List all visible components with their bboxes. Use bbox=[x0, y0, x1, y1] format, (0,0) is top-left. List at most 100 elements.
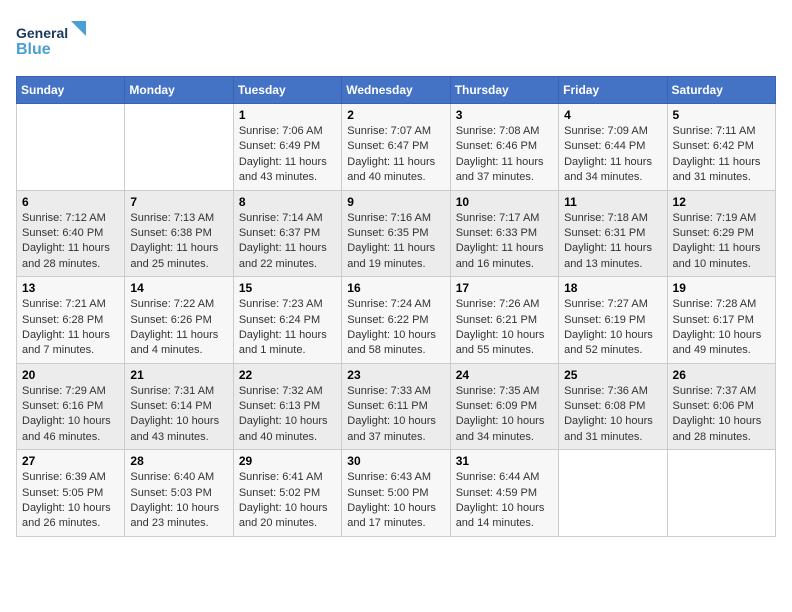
sunset-text: Sunset: 5:02 PM bbox=[239, 486, 336, 501]
sunset-text: Sunset: 6:35 PM bbox=[347, 226, 444, 241]
sunrise-text: Sunrise: 7:19 AM bbox=[673, 211, 770, 226]
calendar-cell: 28 Sunrise: 6:40 AM Sunset: 5:03 PM Dayl… bbox=[125, 450, 233, 537]
cell-info: Sunrise: 7:23 AM Sunset: 6:24 PM Dayligh… bbox=[239, 297, 336, 359]
calendar-cell: 2 Sunrise: 7:07 AM Sunset: 6:47 PM Dayli… bbox=[342, 104, 450, 191]
daylight-text: Daylight: 10 hours and 46 minutes. bbox=[22, 414, 119, 445]
calendar-cell: 18 Sunrise: 7:27 AM Sunset: 6:19 PM Dayl… bbox=[559, 277, 667, 364]
daylight-text: Daylight: 10 hours and 26 minutes. bbox=[22, 501, 119, 532]
daylight-text: Daylight: 10 hours and 37 minutes. bbox=[347, 414, 444, 445]
cell-info: Sunrise: 6:43 AM Sunset: 5:00 PM Dayligh… bbox=[347, 470, 444, 532]
sunrise-text: Sunrise: 7:09 AM bbox=[564, 124, 661, 139]
sunrise-text: Sunrise: 6:40 AM bbox=[130, 470, 227, 485]
header-row: SundayMondayTuesdayWednesdayThursdayFrid… bbox=[17, 77, 776, 104]
day-number: 18 bbox=[564, 281, 661, 295]
sunrise-text: Sunrise: 7:21 AM bbox=[22, 297, 119, 312]
daylight-text: Daylight: 10 hours and 43 minutes. bbox=[130, 414, 227, 445]
calendar-week-row: 27 Sunrise: 6:39 AM Sunset: 5:05 PM Dayl… bbox=[17, 450, 776, 537]
sunrise-text: Sunrise: 7:33 AM bbox=[347, 384, 444, 399]
calendar-cell: 29 Sunrise: 6:41 AM Sunset: 5:02 PM Dayl… bbox=[233, 450, 341, 537]
day-number: 1 bbox=[239, 108, 336, 122]
calendar-cell: 12 Sunrise: 7:19 AM Sunset: 6:29 PM Dayl… bbox=[667, 190, 775, 277]
sunset-text: Sunset: 6:22 PM bbox=[347, 313, 444, 328]
day-number: 21 bbox=[130, 368, 227, 382]
day-number: 30 bbox=[347, 454, 444, 468]
calendar-cell: 4 Sunrise: 7:09 AM Sunset: 6:44 PM Dayli… bbox=[559, 104, 667, 191]
day-number: 9 bbox=[347, 195, 444, 209]
cell-info: Sunrise: 7:07 AM Sunset: 6:47 PM Dayligh… bbox=[347, 124, 444, 186]
calendar-cell: 22 Sunrise: 7:32 AM Sunset: 6:13 PM Dayl… bbox=[233, 363, 341, 450]
logo: General Blue bbox=[16, 16, 96, 66]
calendar-cell: 31 Sunrise: 6:44 AM Sunset: 4:59 PM Dayl… bbox=[450, 450, 558, 537]
cell-info: Sunrise: 7:13 AM Sunset: 6:38 PM Dayligh… bbox=[130, 211, 227, 273]
daylight-text: Daylight: 11 hours and 25 minutes. bbox=[130, 241, 227, 272]
daylight-text: Daylight: 11 hours and 34 minutes. bbox=[564, 155, 661, 186]
cell-info: Sunrise: 6:39 AM Sunset: 5:05 PM Dayligh… bbox=[22, 470, 119, 532]
daylight-text: Daylight: 10 hours and 14 minutes. bbox=[456, 501, 553, 532]
calendar-table: SundayMondayTuesdayWednesdayThursdayFrid… bbox=[16, 76, 776, 537]
daylight-text: Daylight: 11 hours and 4 minutes. bbox=[130, 328, 227, 359]
sunrise-text: Sunrise: 7:12 AM bbox=[22, 211, 119, 226]
sunset-text: Sunset: 6:17 PM bbox=[673, 313, 770, 328]
calendar-cell: 7 Sunrise: 7:13 AM Sunset: 6:38 PM Dayli… bbox=[125, 190, 233, 277]
calendar-week-row: 6 Sunrise: 7:12 AM Sunset: 6:40 PM Dayli… bbox=[17, 190, 776, 277]
sunrise-text: Sunrise: 7:11 AM bbox=[673, 124, 770, 139]
sunrise-text: Sunrise: 7:13 AM bbox=[130, 211, 227, 226]
cell-info: Sunrise: 7:17 AM Sunset: 6:33 PM Dayligh… bbox=[456, 211, 553, 273]
calendar-week-row: 20 Sunrise: 7:29 AM Sunset: 6:16 PM Dayl… bbox=[17, 363, 776, 450]
sunset-text: Sunset: 6:37 PM bbox=[239, 226, 336, 241]
cell-info: Sunrise: 7:26 AM Sunset: 6:21 PM Dayligh… bbox=[456, 297, 553, 359]
calendar-cell: 14 Sunrise: 7:22 AM Sunset: 6:26 PM Dayl… bbox=[125, 277, 233, 364]
day-header: Sunday bbox=[17, 77, 125, 104]
day-number: 29 bbox=[239, 454, 336, 468]
daylight-text: Daylight: 10 hours and 55 minutes. bbox=[456, 328, 553, 359]
sunrise-text: Sunrise: 7:29 AM bbox=[22, 384, 119, 399]
svg-text:General: General bbox=[16, 25, 68, 41]
daylight-text: Daylight: 10 hours and 28 minutes. bbox=[673, 414, 770, 445]
daylight-text: Daylight: 11 hours and 40 minutes. bbox=[347, 155, 444, 186]
calendar-cell: 15 Sunrise: 7:23 AM Sunset: 6:24 PM Dayl… bbox=[233, 277, 341, 364]
cell-info: Sunrise: 7:35 AM Sunset: 6:09 PM Dayligh… bbox=[456, 384, 553, 446]
daylight-text: Daylight: 11 hours and 16 minutes. bbox=[456, 241, 553, 272]
day-number: 25 bbox=[564, 368, 661, 382]
calendar-cell: 27 Sunrise: 6:39 AM Sunset: 5:05 PM Dayl… bbox=[17, 450, 125, 537]
calendar-week-row: 1 Sunrise: 7:06 AM Sunset: 6:49 PM Dayli… bbox=[17, 104, 776, 191]
daylight-text: Daylight: 10 hours and 23 minutes. bbox=[130, 501, 227, 532]
cell-info: Sunrise: 7:09 AM Sunset: 6:44 PM Dayligh… bbox=[564, 124, 661, 186]
sunset-text: Sunset: 5:00 PM bbox=[347, 486, 444, 501]
sunrise-text: Sunrise: 7:07 AM bbox=[347, 124, 444, 139]
daylight-text: Daylight: 10 hours and 31 minutes. bbox=[564, 414, 661, 445]
daylight-text: Daylight: 10 hours and 20 minutes. bbox=[239, 501, 336, 532]
day-number: 23 bbox=[347, 368, 444, 382]
calendar-cell: 26 Sunrise: 7:37 AM Sunset: 6:06 PM Dayl… bbox=[667, 363, 775, 450]
sunrise-text: Sunrise: 7:32 AM bbox=[239, 384, 336, 399]
calendar-cell: 25 Sunrise: 7:36 AM Sunset: 6:08 PM Dayl… bbox=[559, 363, 667, 450]
sunset-text: Sunset: 5:05 PM bbox=[22, 486, 119, 501]
day-number: 11 bbox=[564, 195, 661, 209]
day-number: 7 bbox=[130, 195, 227, 209]
sunrise-text: Sunrise: 7:37 AM bbox=[673, 384, 770, 399]
sunrise-text: Sunrise: 7:18 AM bbox=[564, 211, 661, 226]
daylight-text: Daylight: 10 hours and 49 minutes. bbox=[673, 328, 770, 359]
calendar-cell: 1 Sunrise: 7:06 AM Sunset: 6:49 PM Dayli… bbox=[233, 104, 341, 191]
calendar-cell: 11 Sunrise: 7:18 AM Sunset: 6:31 PM Dayl… bbox=[559, 190, 667, 277]
sunrise-text: Sunrise: 7:35 AM bbox=[456, 384, 553, 399]
sunrise-text: Sunrise: 7:22 AM bbox=[130, 297, 227, 312]
day-number: 28 bbox=[130, 454, 227, 468]
daylight-text: Daylight: 11 hours and 13 minutes. bbox=[564, 241, 661, 272]
cell-info: Sunrise: 7:28 AM Sunset: 6:17 PM Dayligh… bbox=[673, 297, 770, 359]
cell-info: Sunrise: 7:27 AM Sunset: 6:19 PM Dayligh… bbox=[564, 297, 661, 359]
sunrise-text: Sunrise: 7:23 AM bbox=[239, 297, 336, 312]
calendar-cell: 13 Sunrise: 7:21 AM Sunset: 6:28 PM Dayl… bbox=[17, 277, 125, 364]
calendar-cell: 5 Sunrise: 7:11 AM Sunset: 6:42 PM Dayli… bbox=[667, 104, 775, 191]
cell-info: Sunrise: 7:19 AM Sunset: 6:29 PM Dayligh… bbox=[673, 211, 770, 273]
calendar-cell bbox=[559, 450, 667, 537]
day-number: 20 bbox=[22, 368, 119, 382]
daylight-text: Daylight: 11 hours and 28 minutes. bbox=[22, 241, 119, 272]
sunrise-text: Sunrise: 7:24 AM bbox=[347, 297, 444, 312]
calendar-cell: 24 Sunrise: 7:35 AM Sunset: 6:09 PM Dayl… bbox=[450, 363, 558, 450]
daylight-text: Daylight: 11 hours and 31 minutes. bbox=[673, 155, 770, 186]
sunset-text: Sunset: 6:42 PM bbox=[673, 139, 770, 154]
day-number: 6 bbox=[22, 195, 119, 209]
calendar-cell: 3 Sunrise: 7:08 AM Sunset: 6:46 PM Dayli… bbox=[450, 104, 558, 191]
cell-info: Sunrise: 7:06 AM Sunset: 6:49 PM Dayligh… bbox=[239, 124, 336, 186]
